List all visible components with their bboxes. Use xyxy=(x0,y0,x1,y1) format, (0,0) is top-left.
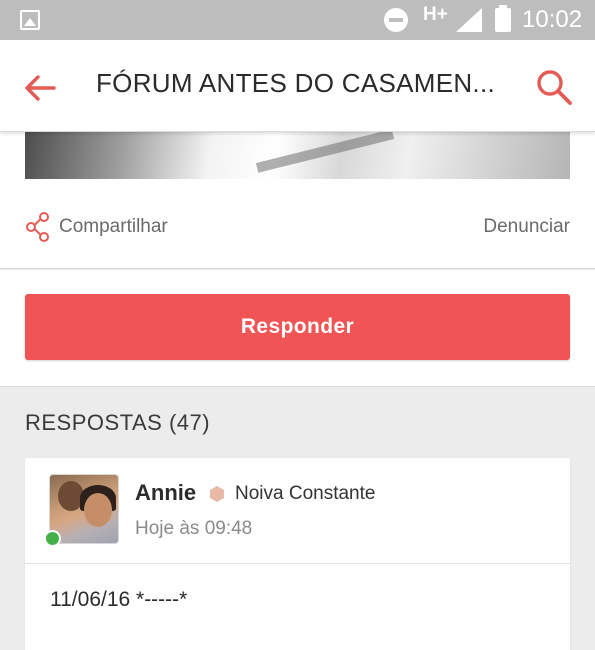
image-notification-icon xyxy=(20,10,40,30)
share-label: Compartilhar xyxy=(59,216,168,237)
back-arrow-icon xyxy=(25,75,56,101)
status-time: 10:02 xyxy=(522,6,583,33)
divider xyxy=(25,563,570,564)
network-type: H+ xyxy=(423,4,448,25)
rank-hexagon-icon xyxy=(210,486,224,502)
signal-icon xyxy=(456,8,482,32)
reply-author-rank: Noiva Constante xyxy=(235,483,376,504)
reply-timestamp: Hoje às 09:48 xyxy=(135,518,253,539)
reply-section: Responder xyxy=(0,270,595,387)
share-icon xyxy=(26,212,49,242)
reply-text: 11/06/16 *-----* xyxy=(50,588,188,611)
status-bar: H+ 10:02 xyxy=(0,0,595,40)
reply-button[interactable]: Responder xyxy=(25,294,570,360)
search-button[interactable] xyxy=(533,66,577,110)
report-link[interactable]: Denunciar xyxy=(483,216,570,238)
replies-heading: RESPOSTAS (47) xyxy=(25,410,211,435)
post-section: Compartilhar Denunciar xyxy=(0,132,595,269)
post-image[interactable] xyxy=(25,132,570,179)
app-bar: FÓRUM ANTES DO CASAMEN... xyxy=(0,40,595,132)
battery-icon xyxy=(495,5,511,32)
search-icon xyxy=(537,70,572,105)
reply-author[interactable]: Annie xyxy=(135,480,196,506)
online-status-icon xyxy=(44,530,61,547)
do-not-disturb-icon xyxy=(384,8,408,32)
page-title: FÓRUM ANTES DO CASAMEN... xyxy=(96,68,495,98)
share-button[interactable]: Compartilhar xyxy=(25,210,168,244)
back-button[interactable] xyxy=(20,68,60,108)
reply-card: Annie Noiva Constante Hoje às 09:48 11/0… xyxy=(25,458,570,650)
